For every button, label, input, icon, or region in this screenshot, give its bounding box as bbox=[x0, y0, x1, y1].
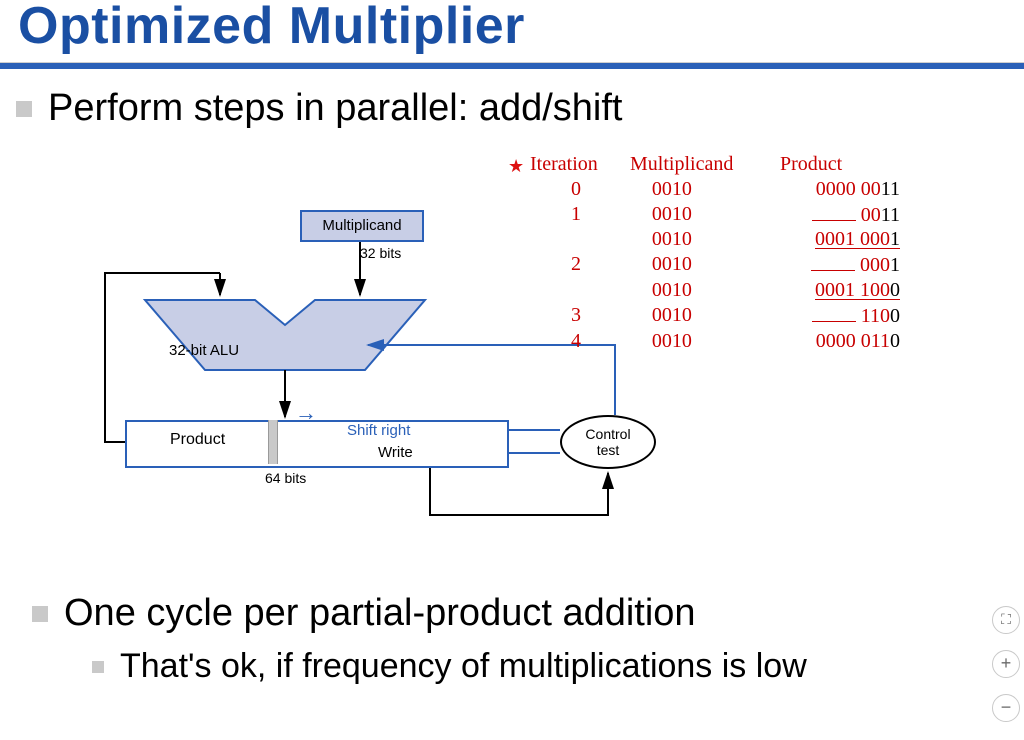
star-icon: ★ bbox=[508, 155, 524, 177]
control-test-box: Control test bbox=[560, 415, 656, 469]
bullet-marker bbox=[16, 101, 32, 117]
cell-multiplicand: 0010 bbox=[652, 278, 790, 303]
bullet-marker bbox=[92, 661, 104, 673]
cell-multiplicand: 0010 bbox=[652, 329, 790, 354]
bullet-2a-text: That's ok, if frequency of multiplicatio… bbox=[120, 647, 807, 686]
multiplicand-box: Multiplicand bbox=[300, 210, 424, 242]
cell-iteration: 1 bbox=[530, 202, 652, 228]
table-row: 20010 0001 bbox=[530, 252, 900, 278]
cell-iteration: 0 bbox=[530, 177, 652, 202]
cell-product: 0001 1000 bbox=[790, 278, 900, 303]
table-row: 00100001 0001 bbox=[530, 227, 900, 252]
bullet-1-text: Perform steps in parallel: add/shift bbox=[48, 87, 623, 130]
control-label-2: test bbox=[562, 442, 654, 458]
iteration-table: ★ Iteration Multiplicand Product 0001000… bbox=[530, 152, 900, 353]
table-row: 000100000 0011 bbox=[530, 177, 900, 202]
cell-iteration: 2 bbox=[530, 252, 652, 278]
cell-multiplicand: 0010 bbox=[652, 252, 790, 278]
zoom-out-button[interactable]: − bbox=[992, 694, 1020, 722]
cell-product: 1100 bbox=[790, 303, 900, 329]
control-label-1: Control bbox=[562, 426, 654, 442]
cell-product: 0000 0011 bbox=[790, 177, 900, 202]
table-row: 10010 0011 bbox=[530, 202, 900, 228]
th-multiplicand: Multiplicand bbox=[630, 152, 780, 177]
bullet-2-text: One cycle per partial-product addition bbox=[64, 592, 696, 635]
th-product: Product bbox=[780, 152, 900, 177]
cell-iteration: 4 bbox=[530, 329, 652, 354]
cell-iteration bbox=[530, 227, 652, 252]
alu-box: 32-bit ALU bbox=[145, 300, 425, 370]
table-row: 400100000 0110 bbox=[530, 329, 900, 354]
cell-product: 0011 bbox=[790, 202, 900, 228]
cell-multiplicand: 0010 bbox=[652, 303, 790, 329]
viewer-controls: ⛶ + − bbox=[992, 606, 1020, 722]
th-iteration: Iteration bbox=[530, 152, 630, 177]
write-label: Write bbox=[378, 444, 413, 461]
product-divider bbox=[268, 420, 278, 464]
cell-product: 0000 0110 bbox=[790, 329, 900, 354]
expand-button[interactable]: ⛶ bbox=[992, 606, 1020, 634]
table-body: 000100000 001110010 001100100001 0001200… bbox=[530, 177, 900, 354]
zoom-in-button[interactable]: + bbox=[992, 650, 1020, 678]
table-row: 00100001 1000 bbox=[530, 278, 900, 303]
bullet-marker bbox=[32, 606, 48, 622]
slide-title: Optimized Multiplier bbox=[0, 0, 1024, 60]
bullet-2a: That's ok, if frequency of multiplicatio… bbox=[92, 647, 994, 686]
bullet-1: Perform steps in parallel: add/shift bbox=[16, 87, 1024, 130]
multiplicand-bits-label: 32 bits bbox=[360, 245, 401, 261]
cell-iteration bbox=[530, 278, 652, 303]
product-bits-label: 64 bits bbox=[265, 470, 306, 486]
cell-multiplicand: 0010 bbox=[652, 227, 790, 252]
cell-multiplicand: 0010 bbox=[652, 202, 790, 228]
product-label: Product bbox=[170, 431, 225, 449]
cell-product: 0001 0001 bbox=[790, 227, 900, 252]
cell-product: 0001 bbox=[790, 252, 900, 278]
shift-right-label: Shift right bbox=[347, 422, 410, 439]
table-header: Iteration Multiplicand Product bbox=[530, 152, 900, 177]
table-row: 30010 1100 bbox=[530, 303, 900, 329]
bullet-2: One cycle per partial-product addition bbox=[32, 592, 994, 635]
title-rule bbox=[0, 62, 1024, 69]
cell-iteration: 3 bbox=[530, 303, 652, 329]
cell-multiplicand: 0010 bbox=[652, 177, 790, 202]
alu-label: 32-bit ALU bbox=[169, 342, 239, 359]
